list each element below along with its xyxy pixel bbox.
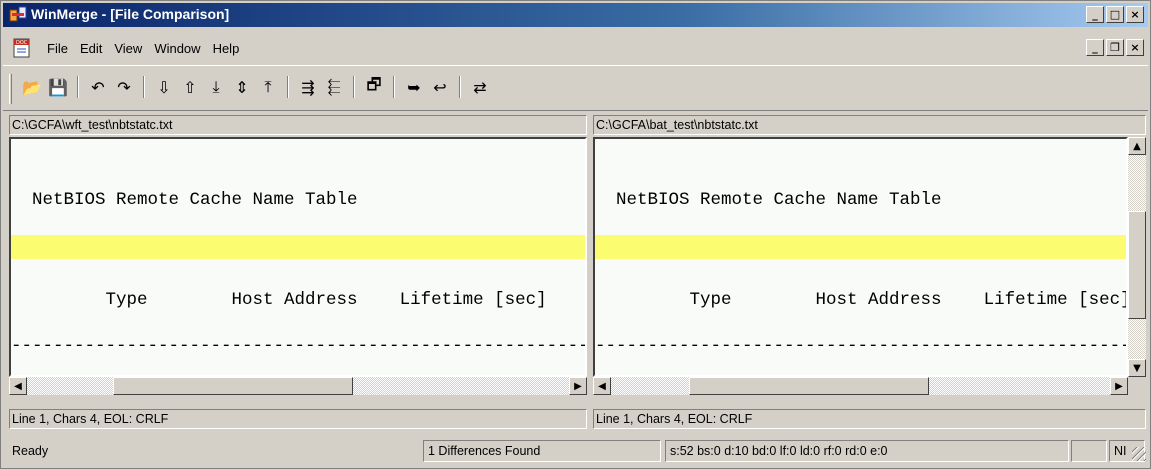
redo-button[interactable]: ↷ [113, 76, 135, 98]
left-hscroll-thumb[interactable] [113, 377, 353, 395]
status-empty-cell [1071, 440, 1107, 462]
options-button[interactable]: 🗗 [363, 74, 385, 98]
toolbar-separator [143, 76, 145, 98]
prev-diff-icon: ⇧ [183, 77, 197, 97]
open-button[interactable]: 📂 [21, 76, 43, 98]
menu-edit[interactable]: Edit [74, 41, 108, 56]
diff-statistics: s:52 bs:0 d:10 bd:0 lf:0 ld:0 rf:0 rd:0 … [665, 440, 1069, 462]
editor-line: Type Host Address Lifetime [sec] [11, 290, 547, 310]
editor-line: ----------------------------------------… [595, 336, 1126, 356]
first-diff-button[interactable]: ⤒ [257, 76, 279, 98]
winmerge-window: WinMerge - [File Comparison] _ □ × DOC F… [0, 0, 1151, 469]
last-diff-icon: ⤓ [212, 77, 220, 96]
redo-icon: ↷ [117, 77, 131, 97]
minimize-button[interactable]: _ [1086, 6, 1104, 23]
toolbar-separator [353, 76, 355, 98]
scroll-left-arrow-icon[interactable]: ◀ [9, 377, 27, 395]
left-cursor-position: Line 1, Chars 4, EOL: CRLF [9, 409, 587, 429]
left-file-path: C:\GCFA\wft_test\nbtstatc.txt [9, 115, 587, 135]
menu-items: File Edit View Window Help [41, 41, 245, 56]
current-diff-icon: ⇕ [235, 77, 249, 97]
menu-help[interactable]: Help [207, 41, 246, 56]
toolbar-separator [393, 76, 395, 98]
maximize-button[interactable]: □ [1106, 6, 1124, 23]
resize-grip-icon[interactable] [1132, 447, 1146, 461]
editor-line: Type Host Address Lifetime [sec] [595, 290, 1128, 310]
menu-window[interactable]: Window [148, 41, 206, 56]
save-icon: 💾 [48, 77, 68, 97]
copy-left-button[interactable]: ⬱ [323, 76, 345, 98]
merge-left-icon: ↩ [433, 77, 447, 97]
close-button[interactable]: × [1126, 6, 1144, 23]
editor-line: NetBIOS Remote Cache Name Table [11, 190, 358, 210]
toolbar-separator [459, 76, 461, 98]
caption-buttons: _ □ × [1086, 6, 1144, 23]
copy-right-icon: ⇶ [301, 77, 315, 97]
prev-diff-button[interactable]: ⇧ [179, 76, 201, 98]
next-diff-icon: ⇩ [157, 77, 171, 97]
title-bar[interactable]: WinMerge - [File Comparison] _ □ × [3, 3, 1148, 27]
left-pane: C:\GCFA\wft_test\nbtstatc.txt NetBIOS Re… [9, 115, 587, 429]
current-diff-button[interactable]: ⇕ [231, 76, 253, 98]
merge-right-icon: ➥ [407, 77, 421, 97]
merge-right-button[interactable]: ➥ [403, 76, 425, 98]
first-diff-icon: ⤒ [264, 77, 272, 96]
refresh-icon: ⇄ [473, 77, 487, 97]
right-cursor-position: Line 1, Chars 4, EOL: CRLF [593, 409, 1146, 429]
differences-count: 1 Differences Found [423, 440, 661, 462]
right-editor[interactable]: NetBIOS Remote Cache Name Table Type Hos… [593, 137, 1128, 377]
right-horizontal-scrollbar[interactable]: ◀ ▶ [593, 377, 1128, 395]
copy-right-button[interactable]: ⇶ [297, 76, 319, 98]
left-editor[interactable]: NetBIOS Remote Cache Name Table Type Hos… [9, 137, 587, 377]
scroll-right-arrow-icon[interactable]: ▶ [569, 377, 587, 395]
refresh-button[interactable]: ⇄ [469, 76, 491, 98]
copy-left-icon: ⬱ [327, 77, 341, 96]
status-bar: Ready 1 Differences Found s:52 bs:0 d:10… [3, 437, 1148, 465]
scroll-down-arrow-icon[interactable]: ▼ [1128, 359, 1146, 377]
status-text: Ready [12, 444, 49, 458]
last-diff-button[interactable]: ⤓ [205, 76, 227, 98]
scroll-left-arrow-icon[interactable]: ◀ [593, 377, 611, 395]
right-file-path: C:\GCFA\bat_test\nbtstatc.txt [593, 115, 1146, 135]
menu-bar: DOC File Edit View Window Help _ ❐ × [3, 37, 1148, 61]
vertical-scrollbar[interactable]: ▲ ▼ [1128, 137, 1146, 377]
options-icon: 🗗 [366, 74, 382, 94]
toolbar-separator [77, 76, 79, 98]
right-hscroll-thumb[interactable] [689, 377, 929, 395]
window-title: WinMerge - [File Comparison] [31, 6, 230, 22]
svg-text:DOC: DOC [16, 40, 28, 46]
undo-icon: ↶ [91, 77, 105, 97]
winmerge-app-icon [9, 6, 27, 22]
right-pane: C:\GCFA\bat_test\nbtstatc.txt NetBIOS Re… [593, 115, 1146, 429]
merge-left-button[interactable]: ↩ [429, 76, 451, 98]
scroll-right-arrow-icon[interactable]: ▶ [1110, 377, 1128, 395]
menu-view[interactable]: View [108, 41, 148, 56]
toolbar: 📂 💾 ↶ ↷ ⇩ ⇧ ⤓ ⇕ ⤒ ⇶ ⬱ 🗗 ➥ ↩ ⇄ [3, 65, 1148, 111]
save-button[interactable]: 💾 [47, 76, 69, 98]
toolbar-buttons: 📂 💾 ↶ ↷ ⇩ ⇧ ⤓ ⇕ ⤒ ⇶ ⬱ 🗗 ➥ ↩ ⇄ [21, 74, 491, 98]
toolbar-grip[interactable] [9, 74, 12, 104]
mdi-caption-buttons: _ ❐ × [1086, 39, 1144, 56]
scroll-up-arrow-icon[interactable]: ▲ [1128, 137, 1146, 155]
open-icon: 📂 [22, 77, 42, 97]
mdi-close-button[interactable]: × [1126, 39, 1144, 56]
document-icon[interactable]: DOC [11, 37, 33, 59]
vscroll-thumb[interactable] [1128, 211, 1146, 319]
left-horizontal-scrollbar[interactable]: ◀ ▶ [9, 377, 587, 395]
next-diff-button[interactable]: ⇩ [153, 76, 175, 98]
editor-line: ----------------------------------------… [11, 336, 587, 356]
mdi-restore-button[interactable]: ❐ [1106, 39, 1124, 56]
mdi-minimize-button[interactable]: _ [1086, 39, 1104, 56]
menu-file[interactable]: File [41, 41, 74, 56]
undo-button[interactable]: ↶ [87, 76, 109, 98]
editor-line: NetBIOS Remote Cache Name Table [595, 190, 942, 210]
toolbar-separator [287, 76, 289, 98]
